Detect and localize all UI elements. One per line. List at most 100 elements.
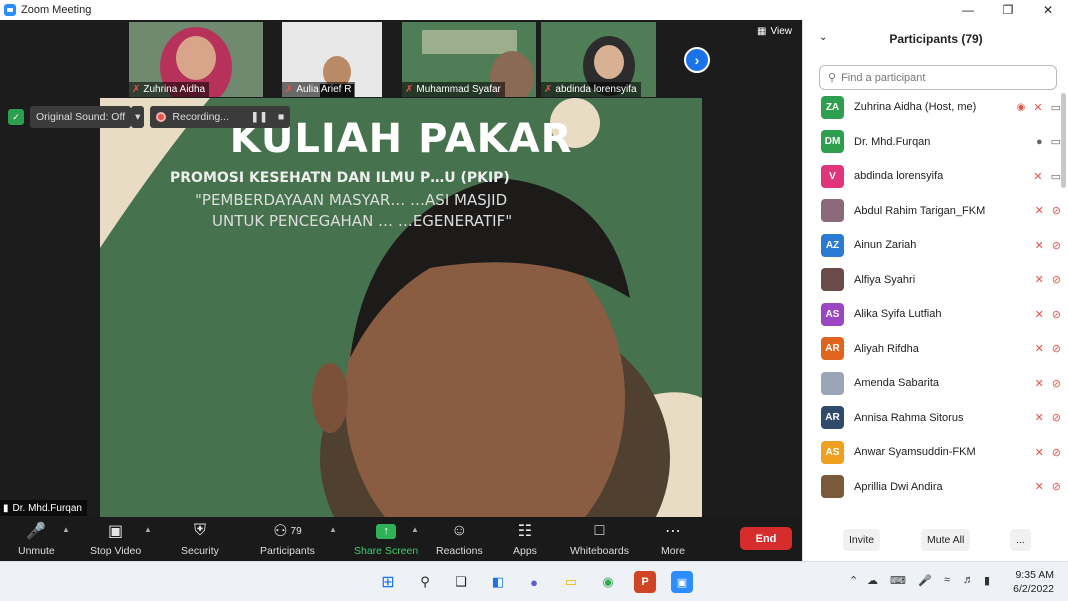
chevron-down-icon[interactable]: ⌄ bbox=[819, 32, 827, 43]
whiteboards-button[interactable]: □ Whiteboards bbox=[570, 519, 629, 557]
next-page-button[interactable]: › bbox=[684, 47, 710, 73]
chevron-up-icon[interactable]: ▲ bbox=[411, 525, 419, 534]
shield-icon: ⛨ bbox=[193, 522, 206, 539]
participant-row[interactable]: Abdul Rahim Tarigan_FKM ✕ ⊘ bbox=[821, 197, 1061, 225]
video-off-icon[interactable]: ⊘ bbox=[1052, 342, 1061, 355]
apps-icon: ☷ bbox=[517, 523, 533, 540]
participant-row[interactable]: AS Anwar Syamsuddin-FKM ✕ ⊘ bbox=[821, 438, 1061, 466]
participant-name: Alfiya Syahri bbox=[854, 273, 916, 286]
end-meeting-button[interactable]: End bbox=[740, 527, 792, 550]
mic-muted-icon[interactable]: ✕ bbox=[1035, 480, 1044, 493]
participants-button[interactable]: ⚇ 79 Participants bbox=[260, 519, 315, 557]
whiteboard-icon: □ bbox=[594, 522, 605, 539]
encryption-shield-icon[interactable]: ✓ bbox=[8, 109, 24, 125]
system-clock[interactable]: 9:35 AM 6/2/2022 bbox=[1013, 568, 1054, 596]
video-off-icon[interactable]: ⊘ bbox=[1052, 411, 1061, 424]
mute-all-button[interactable]: Mute All bbox=[921, 529, 971, 551]
chrome-icon[interactable]: ◉ bbox=[597, 571, 619, 593]
participant-status-icons: ✕ ⊘ bbox=[1035, 342, 1061, 355]
participant-search-input[interactable]: ⚲ Find a participant bbox=[819, 65, 1057, 90]
widgets-icon[interactable]: ◧ bbox=[487, 571, 509, 593]
view-button[interactable]: ▦ View bbox=[757, 26, 792, 37]
security-button[interactable]: ⛨ Security bbox=[181, 519, 219, 557]
mic-muted-icon[interactable]: ✕ bbox=[1035, 411, 1044, 424]
mic-muted-icon[interactable]: ✕ bbox=[1035, 308, 1044, 321]
zoom-icon[interactable]: ▣ bbox=[671, 571, 693, 593]
chevron-up-icon[interactable]: ▲ bbox=[144, 525, 152, 534]
pause-icon[interactable]: ❚❚ bbox=[250, 111, 268, 123]
video-off-icon[interactable]: ⊘ bbox=[1052, 239, 1061, 252]
unmute-button[interactable]: 🎤 Unmute bbox=[18, 519, 55, 557]
chat-icon[interactable]: ● bbox=[523, 571, 545, 593]
windows-start-icon[interactable]: ⊞ bbox=[377, 571, 399, 593]
battery-icon[interactable]: ▮ bbox=[984, 574, 990, 587]
chevron-up-icon[interactable]: ⌃ bbox=[849, 574, 858, 587]
video-camera-icon[interactable]: ▭ bbox=[1051, 135, 1061, 148]
mic-muted-icon[interactable]: ✕ bbox=[1033, 101, 1042, 114]
stop-icon[interactable]: ■ bbox=[278, 111, 284, 123]
participant-status-icons: ✕ ⊘ bbox=[1035, 204, 1061, 217]
mic-muted-icon[interactable]: ✕ bbox=[1035, 239, 1044, 252]
restore-icon[interactable]: ❐ bbox=[988, 0, 1028, 20]
video-off-icon[interactable]: ⊘ bbox=[1052, 308, 1061, 321]
task-view-icon[interactable]: ❑ bbox=[450, 571, 472, 593]
search-icon[interactable]: ⚲ bbox=[414, 571, 436, 593]
video-camera-icon[interactable]: ▭ bbox=[1051, 170, 1061, 183]
microphone-icon[interactable]: ● bbox=[1036, 136, 1043, 148]
participant-row[interactable]: AZ Ainun Zariah ✕ ⊘ bbox=[821, 231, 1061, 259]
stop-video-button[interactable]: ▣ Stop Video bbox=[90, 519, 141, 557]
mic-muted-icon[interactable]: ✕ bbox=[1035, 446, 1044, 459]
mic-muted-icon[interactable]: ✕ bbox=[1035, 377, 1044, 390]
participant-name: Aprillia Dwi Andira bbox=[854, 480, 943, 493]
avatar: AR bbox=[821, 337, 844, 360]
participant-name: Amenda Sabarita bbox=[854, 377, 939, 389]
volume-icon[interactable]: ♬ bbox=[963, 574, 974, 586]
participant-row[interactable]: AR Annisa Rahma Sitorus ✕ ⊘ bbox=[821, 404, 1061, 432]
video-off-icon[interactable]: ⊘ bbox=[1052, 377, 1061, 390]
thumbnail-video[interactable]: ✗ Muhammad Syafar bbox=[402, 22, 536, 97]
powerpoint-icon[interactable]: P bbox=[634, 571, 656, 593]
participant-row[interactable]: Vabdinda lorensyifa ✕ ▭ bbox=[821, 162, 1061, 190]
participant-row[interactable]: ZA Zuhrina Aidha (Host, me) ◉ ✕ ▭ bbox=[821, 93, 1061, 121]
wifi-icon[interactable]: ≈ bbox=[944, 574, 950, 586]
thumbnail-video[interactable]: ✗ Zuhrina Aidha bbox=[129, 22, 263, 97]
video-off-icon[interactable]: ⊘ bbox=[1052, 446, 1061, 459]
apps-button[interactable]: ☷ Apps bbox=[513, 519, 537, 557]
mic-muted-icon[interactable]: ✕ bbox=[1035, 273, 1044, 286]
chevron-up-icon[interactable]: ▲ bbox=[329, 525, 337, 534]
invite-button[interactable]: Invite bbox=[843, 529, 881, 551]
video-off-icon[interactable]: ⊘ bbox=[1052, 480, 1061, 493]
mic-muted-icon[interactable]: ✕ bbox=[1033, 170, 1042, 183]
more-button[interactable]: ⋯ More bbox=[661, 519, 685, 557]
original-sound-toggle[interactable]: Original Sound: Off bbox=[30, 106, 132, 128]
reactions-button[interactable]: ☺ Reactions bbox=[436, 519, 483, 557]
thumbnail-video[interactable]: ✗ Aulia Arief R bbox=[282, 22, 416, 97]
minimize-icon[interactable]: — bbox=[948, 0, 988, 20]
network-alert-icon[interactable]: ☁ bbox=[867, 574, 878, 587]
panel-scrollbar[interactable] bbox=[1061, 93, 1066, 188]
share-screen-button[interactable]: ↑ Share Screen bbox=[354, 519, 418, 557]
video-off-icon[interactable]: ⊘ bbox=[1052, 273, 1061, 286]
chevron-down-icon[interactable]: ▾ bbox=[131, 106, 145, 128]
participant-row[interactable]: Alfiya Syahri ✕ ⊘ bbox=[821, 266, 1061, 294]
zoom-app-icon bbox=[4, 4, 16, 16]
thumbnail-video[interactable]: ✗ abdinda lorensyifa bbox=[541, 22, 675, 97]
microphone-icon[interactable]: 🎤 bbox=[918, 574, 932, 587]
participant-row[interactable]: AR Aliyah Rifdha ✕ ⊘ bbox=[821, 335, 1061, 363]
participant-status-icons: ✕ ⊘ bbox=[1035, 480, 1061, 493]
close-icon[interactable]: ✕ bbox=[1028, 0, 1068, 20]
mic-muted-icon: ✗ bbox=[285, 84, 294, 95]
more-options-button[interactable]: ... bbox=[1010, 529, 1031, 551]
mic-muted-icon[interactable]: ✕ bbox=[1035, 342, 1044, 355]
file-explorer-icon[interactable]: ▭ bbox=[560, 571, 582, 593]
participant-row[interactable]: DM Dr. Mhd.Furqan ● ▭ bbox=[821, 128, 1061, 156]
thumbnail-label: ✗ Muhammad Syafar bbox=[402, 82, 505, 97]
mic-muted-icon[interactable]: ✕ bbox=[1035, 204, 1044, 217]
participant-row[interactable]: AS Alika Syifa Lutfiah ✕ ⊘ bbox=[821, 300, 1061, 328]
participant-row[interactable]: Amenda Sabarita ✕ ⊘ bbox=[821, 369, 1061, 397]
chevron-up-icon[interactable]: ▲ bbox=[62, 525, 70, 534]
keyboard-icon[interactable]: ⌨ bbox=[890, 574, 906, 587]
video-camera-icon[interactable]: ▭ bbox=[1051, 101, 1061, 114]
participant-row[interactable]: Aprillia Dwi Andira ✕ ⊘ bbox=[821, 473, 1061, 501]
video-off-icon[interactable]: ⊘ bbox=[1052, 204, 1061, 217]
